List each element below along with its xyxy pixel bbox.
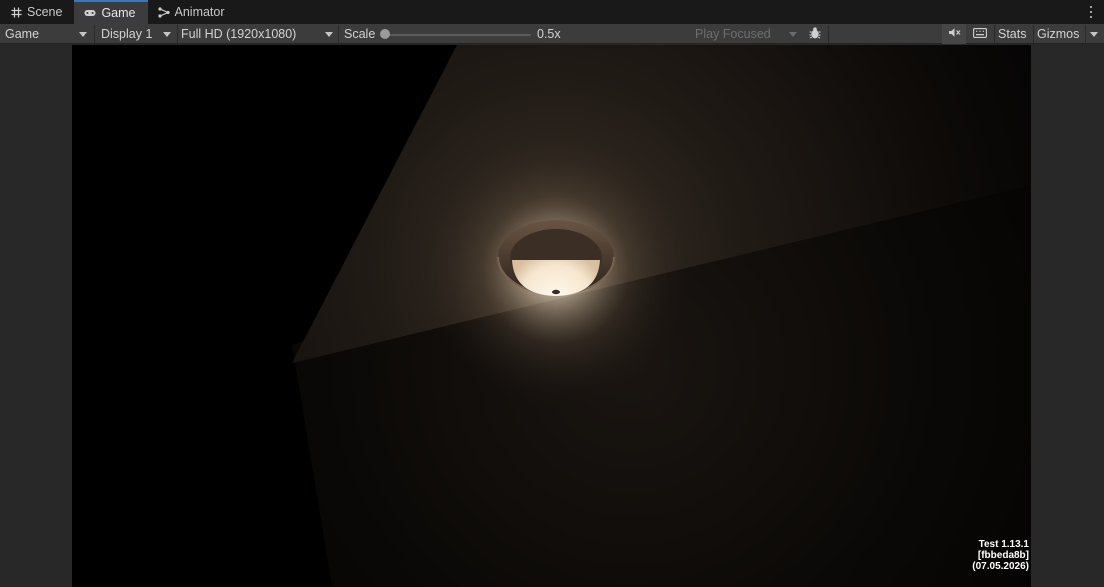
gizmos-button[interactable]: Gizmos (1037, 24, 1079, 44)
divider (1033, 25, 1034, 43)
chevron-down-icon (1090, 32, 1098, 37)
animator-icon (157, 6, 170, 18)
bug-icon (808, 26, 822, 43)
divider (338, 25, 339, 43)
scale-slider-handle[interactable] (380, 29, 390, 39)
display-value: Display 1 (101, 27, 153, 41)
scale-label: Scale (344, 27, 376, 41)
mute-audio-button[interactable] (942, 24, 966, 44)
chevron-down-icon (163, 32, 171, 37)
tab-strip: Scene Game Animator (0, 0, 1104, 24)
version-hash: [fbbeda8b] (977, 550, 1029, 561)
stats-button[interactable]: Stats (998, 24, 1027, 44)
game-viewport[interactable]: Test 1.13.1 [fbbeda8b] (07.05.2026) (72, 45, 1031, 587)
tab-label: Game (101, 6, 136, 20)
game-view-area: Test 1.13.1 [fbbeda8b] (07.05.2026) (0, 45, 1104, 587)
more-options-icon[interactable] (1086, 4, 1096, 20)
view-mode-value: Game (5, 27, 40, 41)
play-mode-dropdown[interactable]: Play Focused (695, 24, 801, 44)
grid-icon (10, 6, 22, 18)
view-mode-dropdown[interactable]: Game (0, 24, 94, 44)
keyboard-shortcuts-button[interactable] (967, 24, 993, 44)
play-mode-value: Play Focused (695, 27, 771, 41)
gizmos-dropdown[interactable] (1086, 24, 1104, 44)
gamepad-icon (84, 7, 97, 19)
chevron-down-icon (325, 32, 333, 37)
version-number: Test 1.13.1 (978, 539, 1029, 550)
version-date: (07.05.2026) (972, 561, 1029, 572)
mute-icon (948, 27, 961, 41)
game-render-image (72, 45, 1031, 587)
divider (828, 25, 829, 43)
chevron-down-icon (79, 32, 87, 37)
scale-slider-track[interactable] (386, 34, 531, 36)
chevron-down-icon (789, 32, 797, 37)
resolution-value: Full HD (1920x1080) (181, 27, 297, 41)
keyboard-icon (973, 27, 987, 41)
tab-label: Scene (27, 5, 63, 19)
tab-label: Animator (174, 5, 225, 19)
bug-toggle-button[interactable] (804, 24, 826, 44)
tab-game[interactable]: Game (74, 0, 148, 24)
build-version-label: Test 1.13.1 [fbbeda8b] (07.05.2026) (972, 539, 1029, 572)
resolution-dropdown[interactable]: Full HD (1920x1080) (178, 24, 338, 44)
divider (994, 25, 995, 43)
scale-value: 0.5x (537, 27, 561, 41)
tab-scene[interactable]: Scene (0, 0, 74, 24)
game-toolbar: Game Display 1 Full HD (1920x1080) Scale… (0, 24, 1104, 44)
tab-animator[interactable]: Animator (148, 0, 237, 24)
display-dropdown[interactable]: Display 1 (95, 24, 177, 44)
